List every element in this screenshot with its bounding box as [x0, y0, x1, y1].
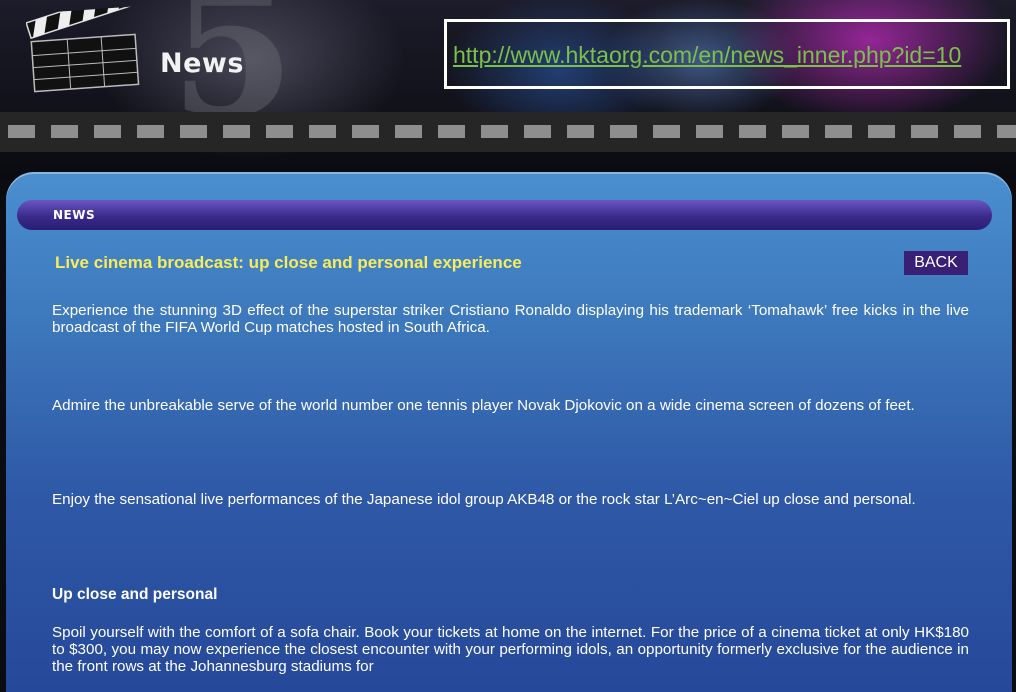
content-panel: [6, 172, 1012, 692]
filmstrip-hole: [567, 125, 594, 138]
header-banner: 5 News http://www.hktaorg.com/en/news_in…: [0, 0, 1016, 180]
filmstrip-hole: [825, 125, 852, 138]
article-subheading: Up close and personal: [52, 586, 218, 603]
section-header-bar: NEWS: [17, 200, 992, 230]
filmstrip-hole: [223, 125, 250, 138]
url-link[interactable]: http://www.hktaorg.com/en/news_inner.php…: [453, 42, 961, 69]
filmstrip-hole: [997, 125, 1016, 138]
filmstrip-hole: [739, 125, 766, 138]
filmstrip-hole: [653, 125, 680, 138]
article-headline: Live cinema broadcast: up close and pers…: [55, 253, 522, 272]
filmstrip-hole: [610, 125, 637, 138]
filmstrip-hole: [524, 125, 551, 138]
filmstrip-hole: [352, 125, 379, 138]
filmstrip-hole: [438, 125, 465, 138]
filmstrip-hole: [8, 125, 35, 138]
filmstrip-hole: [868, 125, 895, 138]
filmstrip-hole: [696, 125, 723, 138]
filmstrip-hole: [309, 125, 336, 138]
article-paragraph: Admire the unbreakable serve of the worl…: [52, 397, 915, 414]
article-paragraph: Enjoy the sensational live performances …: [52, 491, 916, 508]
article-paragraph: Experience the stunning 3D effect of the…: [52, 302, 969, 336]
filmstrip-hole: [782, 125, 809, 138]
filmstrip-hole: [481, 125, 508, 138]
filmstrip-hole: [266, 125, 293, 138]
clapperboard-icon: [25, 6, 140, 93]
filmstrip-hole: [954, 125, 981, 138]
filmstrip-hole: [395, 125, 422, 138]
filmstrip-hole: [94, 125, 121, 138]
page-title: News: [160, 48, 244, 79]
section-label: NEWS: [53, 208, 96, 222]
filmstrip-divider: [0, 112, 1016, 152]
article-paragraph: Spoil yourself with the comfort of a sof…: [52, 624, 969, 675]
filmstrip-hole: [51, 125, 78, 138]
filmstrip-hole: [911, 125, 938, 138]
back-button[interactable]: BACK: [904, 251, 968, 275]
filmstrip-hole: [180, 125, 207, 138]
url-annotation-box: http://www.hktaorg.com/en/news_inner.php…: [444, 19, 1010, 89]
filmstrip-hole: [137, 125, 164, 138]
